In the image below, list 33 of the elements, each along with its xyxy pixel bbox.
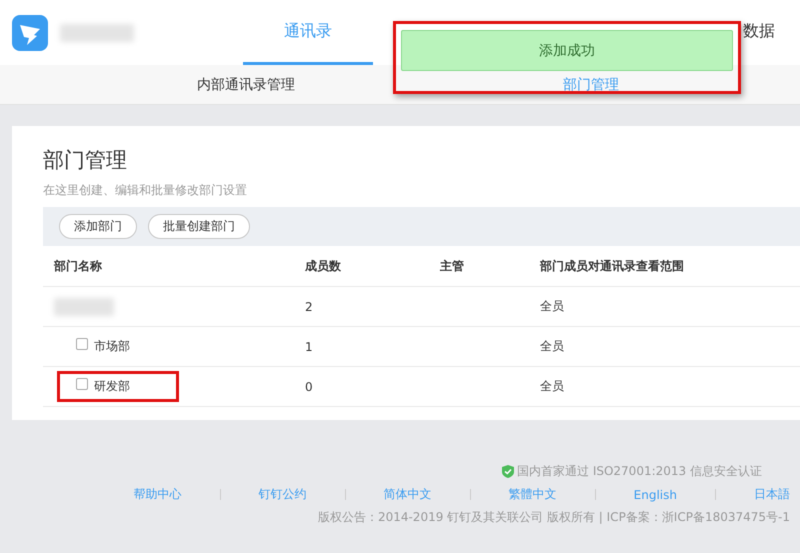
checkbox[interactable] — [76, 378, 88, 390]
view-scope: 全员 — [540, 378, 564, 395]
shield-check-icon — [502, 465, 514, 478]
footer-link[interactable]: 繁體中文 — [508, 486, 557, 503]
department-name: 研发部 — [94, 378, 130, 395]
checkbox[interactable] — [76, 338, 88, 350]
member-count: 2 — [305, 300, 313, 314]
panel-subtitle: 在这里创建、编辑和批量修改部门设置 — [43, 182, 248, 199]
footer-link[interactable]: 钉钉公约 — [258, 486, 307, 503]
certification-text: 国内首家通过 ISO27001:2013 信息安全认证 — [517, 463, 762, 480]
column-header: 部门名称 — [52, 258, 103, 274]
app-logo — [12, 15, 48, 51]
sub-nav-tab[interactable]: 内部通讯录管理 — [197, 76, 295, 94]
member-count: 0 — [305, 380, 313, 394]
footer-link[interactable]: 简体中文 — [384, 486, 432, 503]
toolbar-button[interactable]: 批量创建部门 — [148, 214, 250, 239]
panel-title: 部门管理 — [43, 147, 128, 174]
column-header: 主管 — [439, 258, 465, 274]
nav-tab[interactable]: 数据 — [734, 0, 784, 65]
column-header: 部门成员对通讯录查看范围 — [538, 258, 685, 274]
footer-link[interactable]: English — [634, 488, 677, 502]
column-header: 成员数 — [304, 258, 342, 274]
sub-nav-tab[interactable]: 部门管理 — [563, 76, 619, 94]
toolbar-button[interactable]: 添加部门 — [59, 214, 137, 239]
department-name: 市场部 — [94, 338, 130, 355]
redacted-name — [54, 298, 114, 316]
footer-link[interactable]: 日本語 — [754, 486, 790, 503]
copyright-text: 版权公告：2014-2019 钉钉及其关联公司 版权所有 | ICP备案：浙ICP备18037475号-1 — [318, 509, 790, 526]
member-count: 1 — [305, 340, 313, 354]
footer-link[interactable]: 帮助中心 — [134, 486, 182, 503]
view-scope: 全员 — [540, 338, 564, 355]
view-scope: 全员 — [540, 298, 564, 315]
success-toast: 添加成功 — [401, 30, 733, 71]
